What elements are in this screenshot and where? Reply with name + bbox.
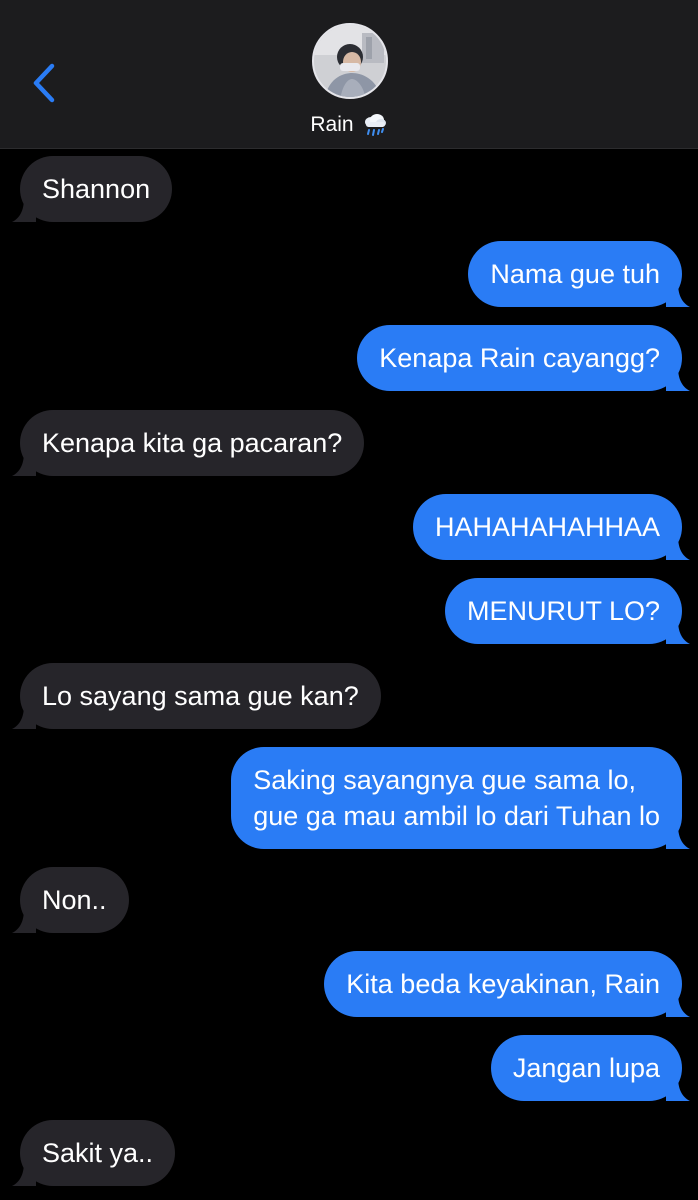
message-bubble-incoming[interactable]: Sakit ya.. <box>12 1120 176 1186</box>
bubble-tail <box>12 1162 36 1186</box>
message-bubble-incoming[interactable]: Kenapa kita ga pacaran? <box>12 410 365 476</box>
message-text: Jangan lupa <box>512 1053 660 1083</box>
bubble-tail <box>12 198 36 222</box>
bubble-tail <box>666 536 690 560</box>
bubble-tail <box>666 367 690 391</box>
message-bubble-incoming[interactable]: Non.. <box>12 867 129 933</box>
message-bubble-incoming[interactable]: Shannon <box>12 156 173 222</box>
message-text: Nama gue tuh <box>490 259 660 289</box>
bubble-tail <box>12 705 36 729</box>
message-text: Lo sayang sama gue kan? <box>42 681 359 711</box>
message-bubble-outgoing[interactable]: Saking sayangnya gue sama lo, gue ga mau… <box>231 747 690 849</box>
message-bubble-outgoing[interactable]: Kenapa Rain cayangg? <box>357 325 690 391</box>
message-bubble-outgoing[interactable]: Nama gue tuh <box>468 241 690 307</box>
message-text: Shannon <box>42 174 151 204</box>
message-text: HAHAHAHAHHAA <box>434 512 660 542</box>
bubble-tail <box>12 452 36 476</box>
bubble-tail <box>666 993 690 1017</box>
message-bubble-outgoing[interactable]: Kita beda keyakinan, Rain <box>324 951 690 1017</box>
message-text: Non.. <box>42 885 107 915</box>
message-text: Kenapa Rain cayangg? <box>379 343 660 373</box>
bubble-tail <box>12 909 36 933</box>
message-text: Saking sayangnya gue sama lo, gue ga mau… <box>253 762 660 834</box>
message-bubble-incoming[interactable]: Lo sayang sama gue kan? <box>12 663 381 729</box>
message-text: MENURUT LO? <box>466 596 660 626</box>
message-bubble-outgoing[interactable]: HAHAHAHAHHAA <box>412 494 690 560</box>
message-bubble-outgoing[interactable]: Jangan lupa <box>490 1035 690 1101</box>
bubble-tail <box>666 1077 690 1101</box>
bubble-tail <box>666 283 690 307</box>
bubble-tail <box>666 825 690 849</box>
message-text-line: Saking sayangnya gue sama lo, <box>253 765 636 795</box>
message-text: Kenapa kita ga pacaran? <box>42 428 343 458</box>
message-text: Kita beda keyakinan, Rain <box>346 969 660 999</box>
message-bubble-outgoing[interactable]: MENURUT LO? <box>444 578 690 644</box>
message-text: Sakit ya.. <box>42 1138 154 1168</box>
bubble-tail <box>666 620 690 644</box>
message-thread: Shannon Nama gue tuh Kenapa Rain cayangg… <box>0 0 698 1200</box>
message-text-line: gue ga mau ambil lo dari Tuhan lo <box>253 801 660 831</box>
